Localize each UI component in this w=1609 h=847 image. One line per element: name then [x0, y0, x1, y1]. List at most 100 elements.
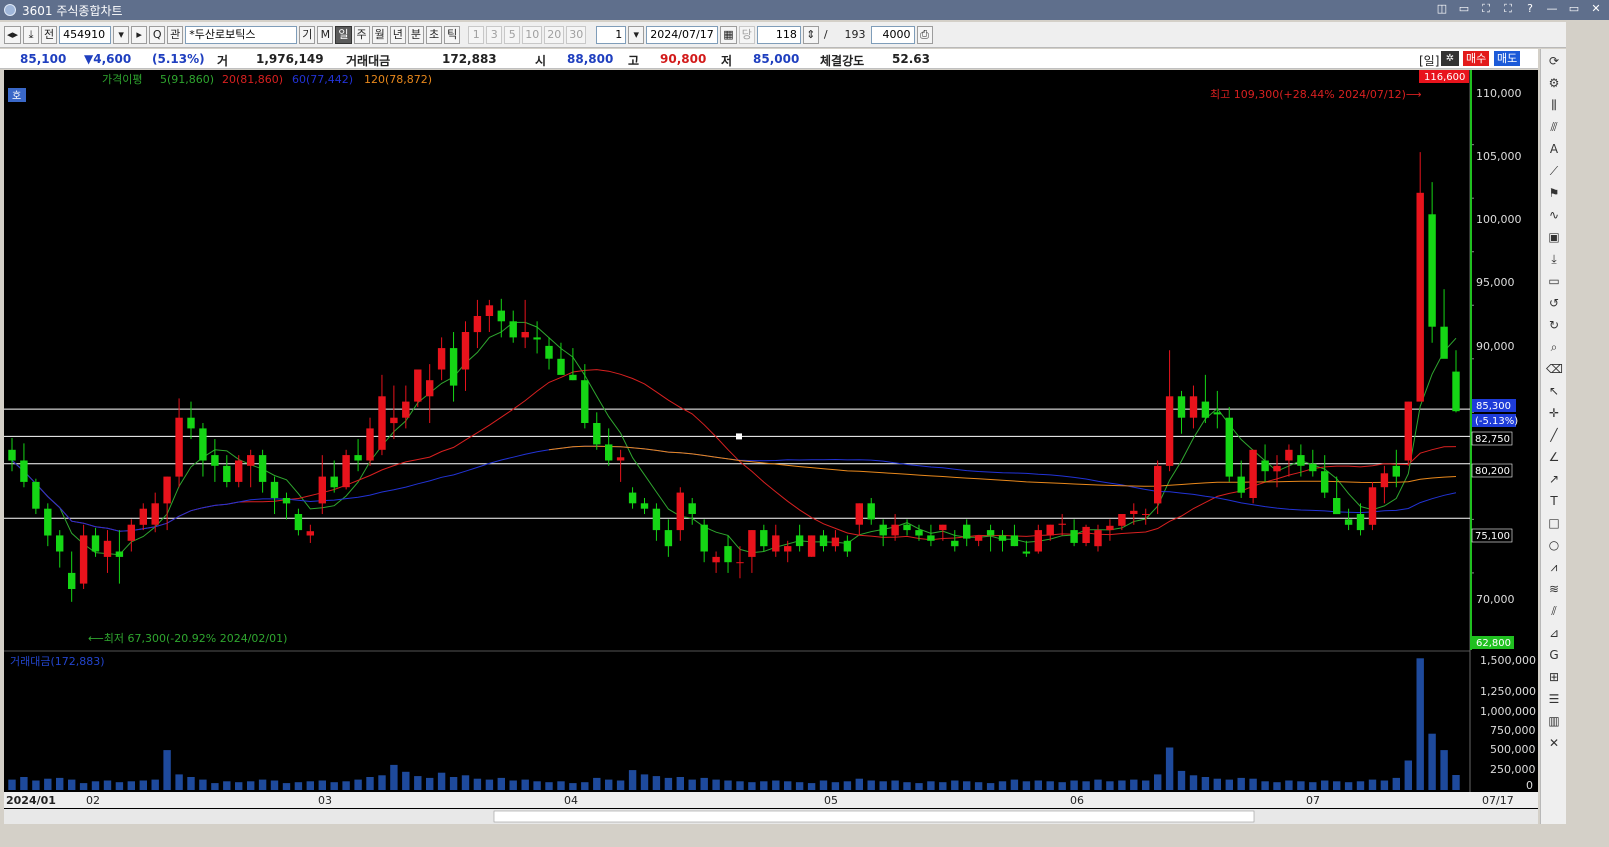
minute-1-button[interactable]: 1 — [468, 25, 485, 44]
window-icon[interactable]: ▭ — [1546, 273, 1562, 289]
minute-30-button[interactable]: 30 — [566, 25, 587, 44]
scrollbar-thumb[interactable] — [493, 810, 1255, 823]
candle-body — [521, 332, 529, 338]
gear-icon[interactable]: ⚙ — [1546, 75, 1562, 91]
chart-area[interactable]: 가격이평 5(91,860) 20(81,860) 60(77,442) 120… — [4, 70, 1538, 824]
candle-body — [1165, 396, 1174, 466]
wave-icon[interactable]: ∿ — [1546, 207, 1562, 223]
candle-body — [163, 476, 171, 504]
auto-icon[interactable]: A — [1546, 141, 1562, 157]
arrow-icon[interactable]: ↗ — [1546, 471, 1562, 487]
minute-3-button[interactable]: 3 — [486, 25, 503, 44]
sell-button[interactable]: 매도 — [1494, 51, 1521, 66]
stock-name-field[interactable]: *두산로보틱스 — [185, 25, 298, 44]
tab-month[interactable]: 월 — [371, 25, 388, 44]
refresh-icon[interactable]: ⟳ — [1546, 53, 1562, 69]
circle-icon[interactable]: ○ — [1546, 537, 1562, 553]
volume-bar — [151, 779, 159, 790]
redo-icon[interactable]: ↻ — [1546, 317, 1562, 333]
calendar-icon[interactable]: ▦ — [720, 25, 737, 44]
save-icon[interactable]: ⤓ — [1546, 251, 1562, 267]
list-icon[interactable]: ☰ — [1546, 691, 1562, 707]
fibonacci-icon[interactable]: ≋ — [1546, 581, 1562, 597]
maximize-icon[interactable]: ▭ — [1567, 2, 1581, 16]
code-dropdown-button[interactable]: ▾ — [113, 25, 130, 44]
help-icon[interactable]: ? — [1523, 2, 1537, 16]
indicator-icon[interactable]: ⫼ — [1546, 97, 1562, 113]
minute-10-button[interactable]: 10 — [522, 25, 543, 44]
low-annotation: ⟵최저 67,300(-20.92% 2024/02/01) — [88, 632, 287, 645]
text-icon[interactable]: T — [1546, 493, 1562, 509]
delete-icon[interactable]: ✕ — [1546, 735, 1562, 751]
tab-second[interactable]: 초 — [426, 25, 443, 44]
expand-icon[interactable]: ⛶ — [1479, 2, 1493, 16]
code-next-button[interactable]: ▸ — [131, 25, 148, 44]
tile-icon[interactable]: ▭ — [1457, 2, 1471, 16]
volume-bar — [258, 779, 267, 790]
candle-body — [593, 423, 601, 445]
display-count-input[interactable]: 4000 — [870, 25, 915, 44]
all-button[interactable]: 전 — [41, 25, 58, 44]
volume-axis-label: 750,000 — [1490, 724, 1536, 737]
candle-body — [1034, 530, 1042, 552]
unit-dropdown-button[interactable]: ▾ — [628, 25, 645, 44]
candle-body — [247, 455, 255, 466]
close-icon[interactable]: ✕ — [1589, 2, 1603, 16]
tab-minute[interactable]: 분 — [407, 25, 425, 44]
apply-icon[interactable]: ⎙ — [916, 25, 933, 44]
compare-icon[interactable]: ⫻ — [1546, 119, 1562, 135]
candlestick-chart[interactable]: 가격이평 5(91,860) 20(81,860) 60(77,442) 120… — [4, 70, 1538, 824]
tab-week[interactable]: 주 — [353, 25, 370, 44]
unit-input[interactable]: 1 — [596, 25, 627, 44]
candle-body — [831, 537, 840, 547]
search-button[interactable]: Q — [149, 25, 166, 44]
cursor-icon[interactable]: ↖ — [1546, 383, 1562, 399]
volume-value: 1,976,149 — [256, 52, 324, 66]
settings-icon[interactable]: ✲ — [1441, 51, 1459, 66]
minute-5-button[interactable]: 5 — [504, 25, 521, 44]
rectangle-icon[interactable]: □ — [1546, 515, 1562, 531]
date-input[interactable]: 2024/07/17 — [646, 25, 719, 44]
download-button[interactable]: ⤓ — [23, 25, 40, 44]
zigzag-icon[interactable]: ⩘ — [1546, 559, 1562, 575]
zoom-icon[interactable]: ⌕ — [1546, 339, 1562, 355]
undo-icon[interactable]: ↺ — [1546, 295, 1562, 311]
trend-icon[interactable]: ⟋ — [1546, 163, 1562, 179]
crosshair-icon[interactable]: ✛ — [1546, 405, 1562, 421]
candle-body — [712, 556, 720, 563]
count-input[interactable]: 118 — [756, 25, 801, 44]
volume-bar — [44, 778, 52, 790]
volume-bar — [640, 774, 649, 790]
dang-button[interactable]: 당 — [738, 25, 755, 44]
chart-icon[interactable]: ▣ — [1546, 229, 1562, 245]
grid-icon[interactable]: ⊞ — [1546, 669, 1562, 685]
angle-icon[interactable]: ∠ — [1546, 449, 1562, 465]
tab-day[interactable]: 일 — [335, 25, 352, 44]
line-icon[interactable]: ╱ — [1546, 427, 1562, 443]
candle-body — [1261, 460, 1269, 472]
m-button[interactable]: M — [317, 25, 334, 44]
signal-icon[interactable]: ⚑ — [1546, 185, 1562, 201]
tab-year[interactable]: 년 — [389, 25, 406, 44]
prev-next-button[interactable]: ◂▸ — [4, 25, 22, 44]
candle-body — [223, 465, 231, 482]
tab-tick[interactable]: 틱 — [444, 25, 461, 44]
related-button[interactable]: 관 — [167, 25, 184, 44]
fullscreen-icon[interactable]: ⛶ — [1501, 2, 1515, 16]
minute-20-button[interactable]: 20 — [544, 25, 565, 44]
minimize-icon[interactable]: — — [1545, 2, 1559, 16]
gi-button[interactable]: 기 — [299, 25, 316, 44]
fan-icon[interactable]: ⊿ — [1546, 625, 1562, 641]
volume-bar — [8, 779, 16, 790]
eraser-icon[interactable]: ⌫ — [1546, 361, 1563, 377]
stock-code-input[interactable]: 454910 — [59, 25, 112, 44]
candle-body — [318, 476, 326, 504]
channel-icon[interactable]: ⫽ — [1546, 603, 1562, 619]
gann-icon[interactable]: G — [1546, 647, 1562, 663]
layout-icon[interactable]: ◫ — [1435, 2, 1449, 16]
buy-button[interactable]: 매수 — [1463, 51, 1490, 66]
count-stepper[interactable]: ⇕ — [802, 25, 819, 44]
candle-body — [1201, 401, 1210, 418]
bars-icon[interactable]: ▥ — [1546, 713, 1562, 729]
app-icon — [4, 4, 16, 16]
